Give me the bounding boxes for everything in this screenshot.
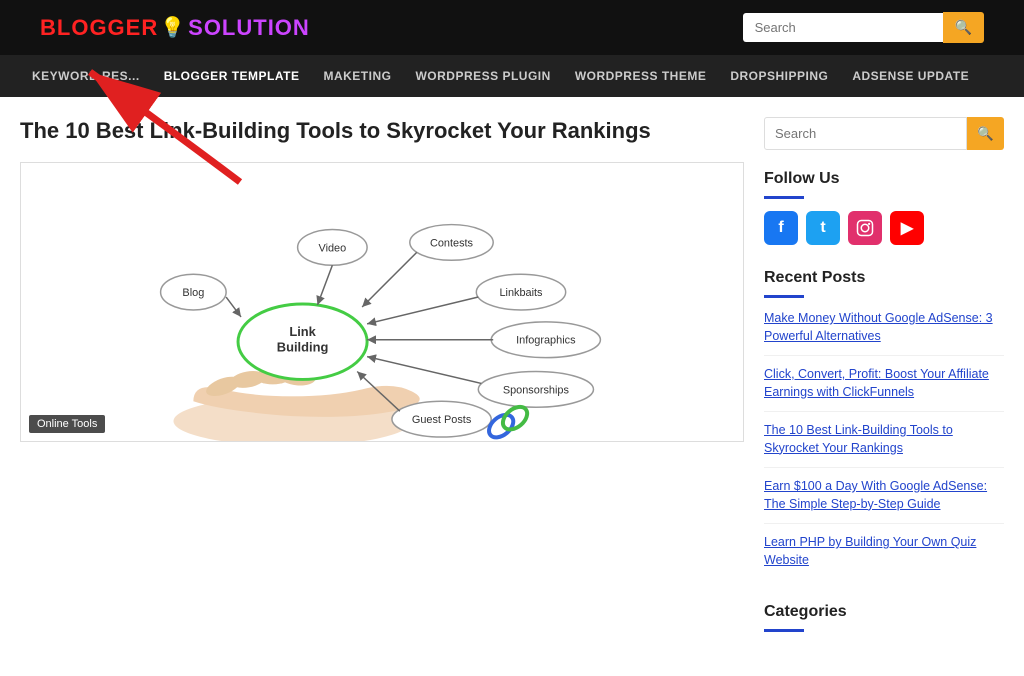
sidebar: 🔍 Follow Us f t ▶ (764, 117, 1004, 656)
nav-item-maketing[interactable]: MAKETING (311, 55, 403, 97)
follow-title: Follow Us (764, 170, 1004, 188)
social-icons-container: f t ▶ (764, 211, 1004, 245)
list-item: Make Money Without Google AdSense: 3 Pow… (764, 310, 1004, 356)
site-logo: BLOGGER 💡 SOLUTION (40, 15, 310, 41)
header-search-input[interactable] (743, 13, 943, 42)
categories-underline (764, 629, 804, 632)
recent-post-link-1[interactable]: Make Money Without Google AdSense: 3 Pow… (764, 311, 993, 343)
svg-text:Guest Posts: Guest Posts (412, 414, 472, 426)
logo-solution-text: SOLUTION (188, 15, 310, 41)
facebook-icon[interactable]: f (764, 211, 798, 245)
svg-text:Contests: Contests (430, 237, 474, 249)
svg-text:Linkbaits: Linkbaits (499, 287, 543, 299)
recent-posts-list: Make Money Without Google AdSense: 3 Pow… (764, 310, 1004, 579)
list-item: Earn $100 a Day With Google AdSense: The… (764, 478, 1004, 524)
logo-bulb-icon: 💡 (160, 15, 186, 40)
main-nav: KEYWORD RES... BLOGGER TEMPLATE MAKETING… (0, 55, 1024, 97)
svg-text:Video: Video (319, 242, 347, 254)
recent-posts-title: Recent Posts (764, 269, 1004, 287)
logo-blogger-text: BLOGGER (40, 15, 158, 41)
site-header: BLOGGER 💡 SOLUTION 🔍 (0, 0, 1024, 55)
image-tag: Online Tools (29, 415, 105, 433)
recent-post-link-3[interactable]: The 10 Best Link-Building Tools to Skyro… (764, 423, 953, 455)
main-content: The 10 Best Link-Building Tools to Skyro… (20, 117, 744, 656)
nav-item-dropshipping[interactable]: DROPSHIPPING (718, 55, 840, 97)
header-search-container: 🔍 (743, 12, 984, 43)
svg-text:Blog: Blog (182, 287, 204, 299)
list-item: Click, Convert, Profit: Boost Your Affil… (764, 366, 1004, 412)
svg-text:Infographics: Infographics (516, 334, 576, 346)
nav-item-keyword-research[interactable]: KEYWORD RES... (20, 55, 152, 97)
recent-post-link-2[interactable]: Click, Convert, Profit: Boost Your Affil… (764, 367, 989, 399)
recent-post-link-5[interactable]: Learn PHP by Building Your Own Quiz Webs… (764, 535, 976, 567)
svg-text:Link: Link (289, 323, 316, 338)
nav-item-wordpress-theme[interactable]: WORDPRESS THEME (563, 55, 719, 97)
page-wrapper: The 10 Best Link-Building Tools to Skyro… (0, 97, 1024, 676)
article-image: Link Building Blog Video Contests (20, 162, 744, 442)
follow-underline (764, 196, 804, 199)
link-building-diagram: Link Building Blog Video Contests (21, 163, 743, 441)
recent-post-link-4[interactable]: Earn $100 a Day With Google AdSense: The… (764, 479, 987, 511)
nav-item-blogger-template[interactable]: BLOGGER TEMPLATE (152, 55, 312, 97)
youtube-icon[interactable]: ▶ (890, 211, 924, 245)
recent-posts-underline (764, 295, 804, 298)
sidebar-recent-posts-section: Recent Posts Make Money Without Google A… (764, 269, 1004, 579)
content-area: The 10 Best Link-Building Tools to Skyro… (0, 97, 1024, 676)
svg-text:Sponsorships: Sponsorships (503, 384, 570, 396)
sidebar-search-container: 🔍 (764, 117, 1004, 150)
nav-item-adsense-update[interactable]: ADSENSE UPDATE (840, 55, 981, 97)
list-item: The 10 Best Link-Building Tools to Skyro… (764, 422, 1004, 468)
sidebar-search-button[interactable]: 🔍 (967, 117, 1004, 150)
instagram-icon[interactable] (848, 211, 882, 245)
sidebar-follow-section: Follow Us f t ▶ (764, 170, 1004, 245)
list-item: Learn PHP by Building Your Own Quiz Webs… (764, 534, 1004, 579)
svg-text:Building: Building (277, 339, 329, 354)
article-title: The 10 Best Link-Building Tools to Skyro… (20, 117, 744, 146)
header-search-button[interactable]: 🔍 (943, 12, 984, 43)
sidebar-search-input[interactable] (764, 117, 967, 150)
categories-title: Categories (764, 603, 1004, 621)
sidebar-categories-section: Categories (764, 603, 1004, 632)
twitter-icon[interactable]: t (806, 211, 840, 245)
nav-item-wordpress-plugin[interactable]: WORDPRESS PLUGIN (403, 55, 562, 97)
